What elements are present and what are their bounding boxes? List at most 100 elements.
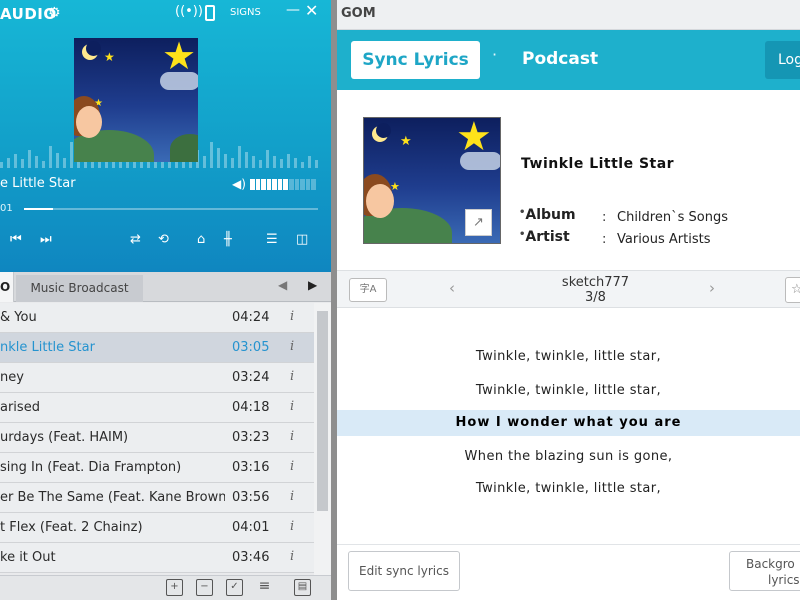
visualizer-bar xyxy=(28,150,31,168)
visualizer-bar xyxy=(259,160,262,168)
previous-track-icon[interactable]: ⏮ xyxy=(10,232,22,247)
visualizer-bar xyxy=(35,156,38,168)
previous-lyrics-icon[interactable]: ‹ xyxy=(449,279,455,297)
track-info-icon[interactable]: i xyxy=(290,309,294,324)
track-info-icon[interactable]: i xyxy=(290,459,294,474)
visualizer-bar xyxy=(56,153,59,168)
next-track-icon[interactable]: ⏭ xyxy=(40,232,52,247)
track-duration: 03:23 xyxy=(232,430,270,445)
playlist-row[interactable]: ke it Out 03:46 i xyxy=(0,543,314,573)
track-title: arised xyxy=(0,400,40,415)
share-icon[interactable]: ↗ xyxy=(465,209,492,236)
tab-scroll-right-icon[interactable]: ▶ xyxy=(308,278,317,292)
home-cast-icon[interactable]: ⌂ xyxy=(197,232,205,247)
track-info-icon[interactable]: i xyxy=(290,549,294,564)
volume-segment xyxy=(250,179,255,190)
user-name[interactable]: SIGNS xyxy=(230,7,261,18)
artist-colon: : xyxy=(602,232,607,247)
track-info-icon[interactable]: i xyxy=(290,519,294,534)
visualizer-bar xyxy=(63,158,66,168)
close-button[interactable]: ✕ xyxy=(305,1,318,20)
sort-list-icon[interactable]: ≡ xyxy=(256,579,273,596)
track-title: ke it Out xyxy=(0,550,56,565)
lyrics-app-name: GOM xyxy=(341,6,376,21)
settings-icon[interactable]: ⚙ xyxy=(48,5,61,21)
tab-sync-lyrics[interactable]: Sync Lyrics xyxy=(351,41,480,79)
volume-segment xyxy=(289,179,294,190)
playlist-row[interactable]: ney 03:24 i xyxy=(0,363,314,393)
next-lyrics-icon[interactable]: › xyxy=(709,279,715,297)
visualizer-bar xyxy=(0,162,3,168)
visualizer-bar xyxy=(280,159,283,168)
track-title: nkle Little Star xyxy=(0,340,95,355)
minimize-button[interactable]: — xyxy=(286,2,300,18)
track-info-icon[interactable]: i xyxy=(290,369,294,384)
broadcast-icon[interactable]: ((•)) xyxy=(175,4,203,19)
login-button[interactable]: Log xyxy=(765,41,800,79)
equalizer-icon[interactable]: ╫ xyxy=(224,232,232,247)
lyrics-footer: Edit sync lyrics Backgro lyrics xyxy=(337,544,800,600)
track-title: urdays (Feat. HAIM) xyxy=(0,430,129,445)
track-duration: 04:18 xyxy=(232,400,270,415)
lyrics-toolbar: 字A ‹ sketch777 3/8 › ☆ xyxy=(337,270,800,308)
translate-icon[interactable]: 字A xyxy=(349,278,387,302)
edit-sync-lyrics-button[interactable]: Edit sync lyrics xyxy=(348,551,460,591)
playlist-row[interactable]: arised 04:18 i xyxy=(0,393,314,423)
playlist-scrollbar[interactable] xyxy=(314,303,331,575)
tab-playlist[interactable]: O xyxy=(0,272,14,302)
mini-mode-icon[interactable]: ◫ xyxy=(296,232,308,247)
player-header: AUDIO ⚙ ((•)) SIGNS — ✕ ★ ★ ★ e Little S… xyxy=(0,0,331,272)
lyrics-page-count: 3/8 xyxy=(585,290,606,305)
tab-podcast[interactable]: Podcast xyxy=(522,49,598,69)
artist-value[interactable]: Various Artists xyxy=(617,232,711,247)
visualizer-bar xyxy=(7,158,10,168)
menu-icon[interactable]: ☰ xyxy=(266,232,278,247)
playlist-row[interactable]: nkle Little Star 03:05 i xyxy=(0,333,314,363)
visualizer-bar xyxy=(217,148,220,168)
now-playing-title: e Little Star xyxy=(0,176,76,191)
playlist-row[interactable]: & You 04:24 i xyxy=(0,303,314,333)
save-list-icon[interactable]: ▤ xyxy=(294,579,311,596)
repeat-icon[interactable]: ⟲ xyxy=(158,232,169,247)
lyric-line: Twinkle, twinkle, little star, xyxy=(475,383,662,398)
visualizer-bar xyxy=(224,154,227,168)
volume-segment xyxy=(277,179,283,190)
visualizer-bar xyxy=(287,154,290,168)
track-info-icon[interactable]: i xyxy=(290,399,294,414)
select-all-icon[interactable]: ✓ xyxy=(226,579,243,596)
tab-scroll-left-icon[interactable]: ◀ xyxy=(278,278,287,292)
volume-segment xyxy=(305,179,311,190)
bookmark-icon[interactable]: ☆ xyxy=(785,277,800,303)
playlist-row[interactable]: urdays (Feat. HAIM) 03:23 i xyxy=(0,423,314,453)
remove-track-icon[interactable]: − xyxy=(196,579,213,596)
volume-segment xyxy=(255,179,261,190)
track-info-icon[interactable]: i xyxy=(290,489,294,504)
scrollbar-thumb[interactable] xyxy=(317,311,328,511)
playlist-row[interactable]: t Flex (Feat. 2 Chainz) 04:01 i xyxy=(0,513,314,543)
shuffle-icon[interactable]: ⇄ xyxy=(130,232,141,247)
track-info-icon[interactable]: i xyxy=(290,429,294,444)
seek-bar[interactable] xyxy=(24,208,318,210)
visualizer-bar xyxy=(308,156,311,168)
track-title: & You xyxy=(0,310,37,325)
playlist-row[interactable]: sing In (Feat. Dia Frampton) 03:16 i xyxy=(0,453,314,483)
add-track-icon[interactable]: + xyxy=(166,579,183,596)
tab-music-broadcast[interactable]: Music Broadcast xyxy=(16,275,143,302)
artist-label: •Artist xyxy=(519,229,570,245)
album-value[interactable]: Children`s Songs xyxy=(617,210,728,225)
volume-segment xyxy=(272,179,277,190)
lyrics-author: sketch777 xyxy=(561,275,630,290)
playlist-toolbar: + − ✓ ≡ ▤ xyxy=(0,575,331,600)
visualizer-bar xyxy=(245,152,248,168)
phone-icon[interactable] xyxy=(205,5,215,21)
track-duration: 03:24 xyxy=(232,370,270,385)
volume-segment xyxy=(294,179,300,190)
volume-segment xyxy=(283,179,289,190)
playlist-row[interactable]: er Be The Same (Feat. Kane Brown) 03:56 i xyxy=(0,483,314,513)
volume-segment xyxy=(300,179,305,190)
nav-separator: · xyxy=(492,45,498,64)
track-info-icon[interactable]: i xyxy=(290,339,294,354)
background-lyrics-button[interactable]: Backgro lyrics xyxy=(729,551,800,591)
volume-slider[interactable] xyxy=(250,179,316,190)
volume-icon[interactable]: ◀) xyxy=(232,177,246,191)
